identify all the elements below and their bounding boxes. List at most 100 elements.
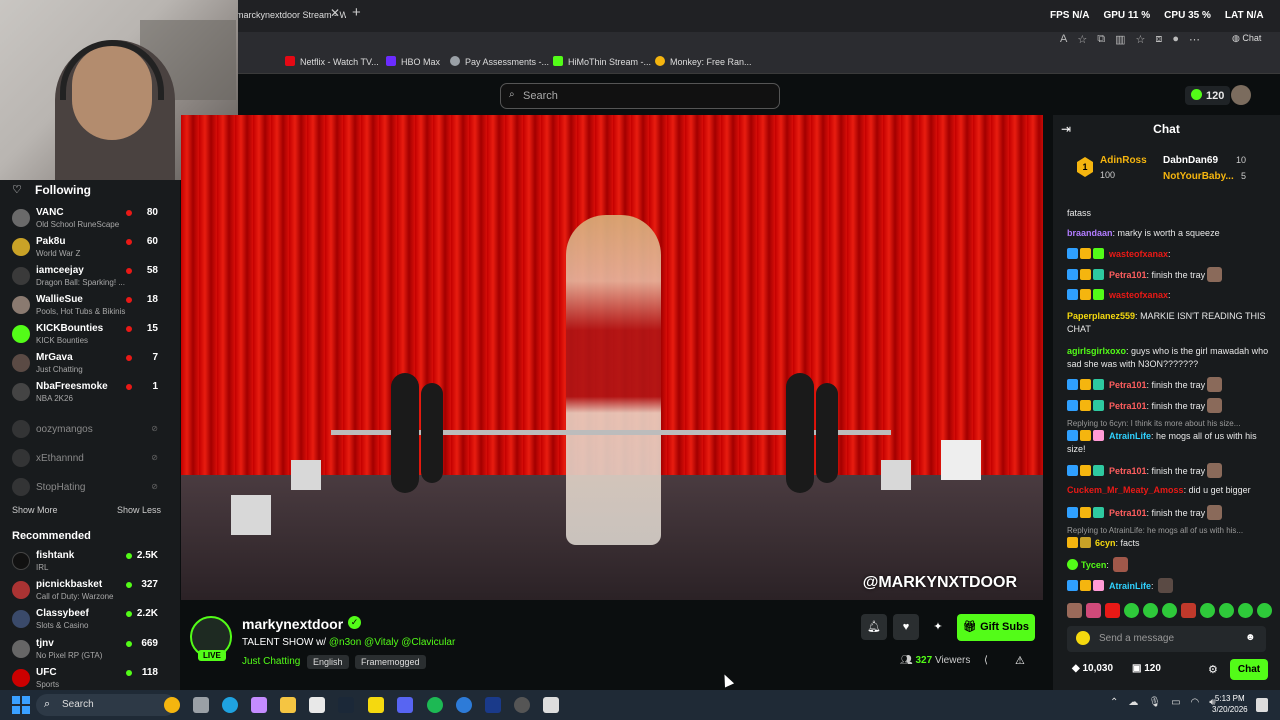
live-dot bbox=[126, 297, 132, 303]
kicks-icon bbox=[1191, 89, 1202, 100]
favorites-icon[interactable]: ☆ bbox=[1135, 33, 1145, 46]
tag-framemogged[interactable]: Framemogged bbox=[355, 655, 426, 669]
bookmark-himothin[interactable]: HiMoThin Stream -... bbox=[553, 56, 651, 67]
gift-subs-button[interactable]: 🎁︎ Gift Subs bbox=[957, 614, 1035, 641]
avatar bbox=[12, 610, 30, 628]
chat-message: AtrainLife: bbox=[1067, 578, 1272, 593]
sidebar-channel[interactable]: WallieSue Pools, Hot Tubs & Bikinis 18 bbox=[12, 294, 172, 322]
collections-icon[interactable]: ⧈ bbox=[1155, 33, 1162, 46]
favorite-star-icon[interactable]: ☆ bbox=[1077, 33, 1087, 46]
steam-icon[interactable] bbox=[338, 697, 354, 713]
microphone-icon[interactable]: 🎙︎ bbox=[1148, 697, 1161, 708]
store-icon[interactable] bbox=[309, 697, 325, 713]
sidebar-recommended[interactable]: fishtank IRL 2.5K bbox=[12, 550, 172, 578]
sticky-notes-icon[interactable] bbox=[368, 697, 384, 713]
chat-message: Cuckem_Mr_Meaty_Amoss: did u get bigger bbox=[1067, 485, 1251, 495]
chat-message: Tycen: bbox=[1067, 557, 1272, 572]
user-avatar[interactable] bbox=[1231, 85, 1251, 105]
notifications-icon[interactable] bbox=[1256, 698, 1268, 712]
verified-icon: ✓ bbox=[348, 616, 361, 629]
bookmark-hbo[interactable]: HBO Max bbox=[386, 56, 440, 67]
live-dot bbox=[126, 210, 132, 216]
leaderboard-name[interactable]: DabnDan69 bbox=[1163, 155, 1218, 166]
gear-icon[interactable]: ⚙ bbox=[1208, 663, 1218, 676]
sidebar-channel-offline[interactable]: xEthannnd ⊘ bbox=[12, 447, 172, 475]
close-tab-icon[interactable]: ✕ bbox=[330, 6, 340, 20]
copilot-icon[interactable] bbox=[251, 697, 267, 713]
leaderboard-name[interactable]: AdinRoss bbox=[1100, 155, 1147, 166]
offline-icon: ⊘ bbox=[151, 424, 158, 433]
read-aloud-icon[interactable]: A bbox=[1060, 33, 1067, 46]
sidebar-channel[interactable]: MrGava Just Chatting 7 bbox=[12, 352, 172, 380]
search-input[interactable]: Search bbox=[500, 83, 780, 109]
tag-english[interactable]: English bbox=[307, 655, 349, 669]
bookmark-monkey[interactable]: Monkey: Free Ran... bbox=[655, 56, 752, 67]
video-player[interactable]: @MARKYNXTDOOR bbox=[181, 115, 1043, 600]
edge-browser-icon[interactable] bbox=[222, 697, 238, 713]
channel-points[interactable]: ◆ 10,030 bbox=[1072, 663, 1113, 674]
avatar bbox=[12, 296, 30, 314]
snipping-tool-icon[interactable] bbox=[543, 697, 559, 713]
sidebar-recommended[interactable]: picnickbasket Call of Duty: Warzone 327 bbox=[12, 579, 172, 607]
stream-category[interactable]: Just Chatting bbox=[242, 656, 300, 667]
sidebar-channel[interactable]: KICKBounties KICK Bounties 15 bbox=[12, 323, 172, 351]
profile-icon[interactable]: ● bbox=[1172, 33, 1179, 46]
live-dot bbox=[126, 355, 132, 361]
share-icon[interactable]: ⟨ bbox=[984, 655, 988, 666]
sidebar-channel[interactable]: VANC Old School RuneScape 80 bbox=[12, 207, 172, 235]
kicks-counter[interactable]: ▣ 120 bbox=[1132, 663, 1161, 674]
emote-bar[interactable] bbox=[1067, 603, 1272, 619]
chevron-up-icon[interactable]: ⌃ bbox=[1110, 697, 1118, 708]
new-tab-icon[interactable]: + bbox=[352, 4, 361, 21]
taskbar-search[interactable]: Search bbox=[36, 694, 176, 716]
chat-message: Petra101: finish the tray bbox=[1067, 398, 1272, 413]
streamer-name[interactable]: markynextdoor bbox=[242, 616, 343, 632]
display-icon[interactable]: ▭ bbox=[1171, 697, 1180, 708]
sidebar-channel[interactable]: Pak8u World War Z 60 bbox=[12, 236, 172, 264]
chat-message: agirlsgirlxoxo: guys who is the girl maw… bbox=[1067, 346, 1269, 369]
malwarebytes-icon[interactable] bbox=[485, 697, 501, 713]
sidebar-channel-offline[interactable]: StopHating ⊘ bbox=[12, 476, 172, 504]
sidebar-recommended[interactable]: Classybeef Slots & Casino 2.2K bbox=[12, 608, 172, 636]
stream-title: TALENT SHOW w/ @n3on @Vitaly @Clavicular bbox=[242, 637, 456, 648]
bookmark-netflix[interactable]: Netflix - Watch TV... bbox=[285, 56, 379, 67]
kick-icon bbox=[553, 56, 563, 66]
follow-heart-icon[interactable]: ♥ bbox=[893, 614, 919, 640]
app-icon[interactable] bbox=[456, 697, 472, 713]
split-screen-icon[interactable]: ▥ bbox=[1115, 33, 1125, 46]
copilot-button[interactable]: ◍ Chat bbox=[1232, 33, 1261, 44]
notification-bell-icon[interactable]: 🔔︎ bbox=[861, 614, 887, 640]
report-icon[interactable]: ⚠ bbox=[1015, 654, 1025, 667]
system-clock[interactable]: 5:13 PM 3/20/2026 bbox=[1212, 693, 1248, 715]
more-menu-icon[interactable]: ⋯ bbox=[1189, 33, 1200, 46]
windows-start-icon[interactable] bbox=[12, 696, 30, 714]
kicks-balance[interactable]: 120 bbox=[1185, 86, 1231, 105]
sidebar-channel[interactable]: NbaFreesmoke NBA 2K26 1 bbox=[12, 381, 172, 409]
obs-icon[interactable] bbox=[514, 697, 530, 713]
chat-identity-icon[interactable] bbox=[1076, 631, 1090, 645]
avatar bbox=[12, 325, 30, 343]
emoji-icon[interactable]: ☻ bbox=[1245, 632, 1256, 643]
leaderboard-name[interactable]: NotYourBaby... bbox=[1163, 171, 1234, 182]
sidebar-recommended[interactable]: UFC Sports 118 bbox=[12, 667, 172, 689]
cloud-icon[interactable]: ☁ bbox=[1128, 697, 1138, 708]
show-less-button[interactable]: Show Less bbox=[117, 505, 161, 515]
spotify-icon[interactable] bbox=[427, 697, 443, 713]
bookmark-pay-assessments[interactable]: Pay Assessments -... bbox=[450, 56, 549, 67]
clip-icon[interactable]: ✦ bbox=[925, 614, 951, 640]
extensions-icon[interactable]: ⧉ bbox=[1097, 33, 1105, 46]
sidebar-channel-offline[interactable]: oozymangos ⊘ bbox=[12, 418, 172, 446]
chat-send-button[interactable]: Chat bbox=[1230, 659, 1268, 680]
task-view-icon[interactable] bbox=[193, 697, 209, 713]
chat-message-input[interactable]: Send a message bbox=[1067, 626, 1266, 652]
sidebar-recommended[interactable]: tjnv No Pixel RP (GTA) 669 bbox=[12, 638, 172, 666]
file-explorer-icon[interactable] bbox=[280, 697, 296, 713]
title-mentions[interactable]: @n3on @Vitaly @Clavicular bbox=[329, 637, 455, 648]
wifi-icon[interactable]: ◠ bbox=[1191, 697, 1200, 708]
live-dot bbox=[126, 384, 132, 390]
discord-icon[interactable] bbox=[397, 697, 413, 713]
show-more-button[interactable]: Show More bbox=[12, 505, 58, 515]
widgets-icon[interactable] bbox=[164, 697, 180, 713]
sidebar-channel[interactable]: iamceejay Dragon Ball: Sparking! ... 58 bbox=[12, 265, 172, 293]
avatar bbox=[12, 669, 30, 687]
